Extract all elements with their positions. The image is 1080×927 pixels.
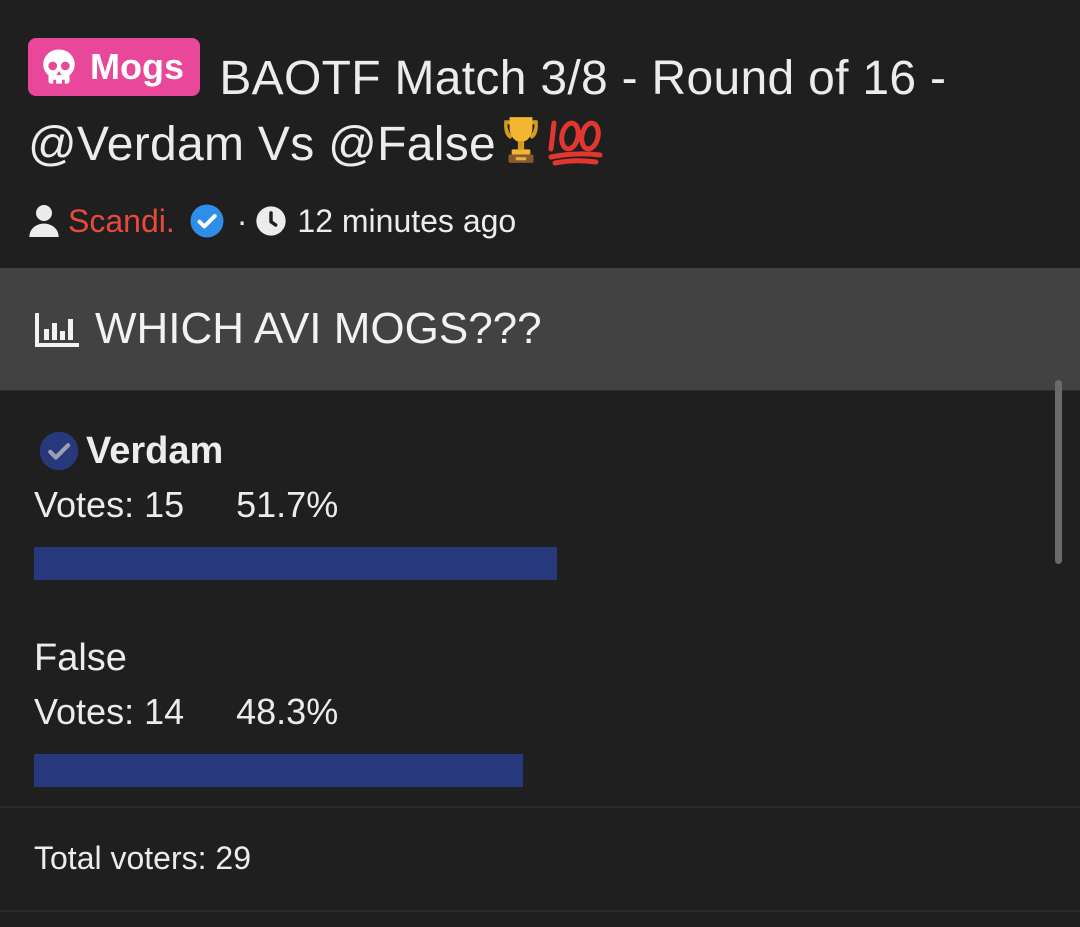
prefix-label: Mogs (90, 46, 184, 87)
voted-check-icon (39, 431, 79, 471)
option-bar-track (34, 547, 1046, 580)
option-percent: 48.3% (236, 691, 339, 732)
prefix-badge[interactable]: Mogs (28, 38, 200, 96)
skull-icon (43, 49, 75, 84)
bar-chart-icon (35, 313, 79, 347)
option-bar-fill (34, 754, 523, 787)
option-label: False (34, 637, 127, 679)
option-bar-track (34, 754, 1046, 787)
poll-question: WHICH AVI MOGS??? (95, 304, 542, 353)
option-votes: Votes: 14 (34, 691, 185, 732)
option-votes-line: Votes: 14 48.3% (34, 684, 994, 740)
option-label: Verdam (86, 430, 224, 472)
option-name-row: Verdam (34, 425, 994, 477)
option-votes-line: Votes: 15 51.7% (34, 477, 994, 533)
clock-icon (256, 206, 287, 236)
poll-footer: Total voters: 29 (0, 806, 1080, 912)
poll-option-verdam: Verdam Votes: 15 51.7% (34, 425, 994, 580)
posted-time: 12 minutes ago (297, 202, 517, 239)
trophy-icon (504, 117, 538, 163)
thread-header: Mogs BAOTF Match 3/8 - Round of 16 - @Ve… (28, 38, 1058, 246)
author-link[interactable]: Scandi. (68, 203, 175, 240)
hundred-points-icon (548, 120, 603, 166)
option-percent: 51.7% (236, 484, 339, 525)
thread-meta: Scandi. · 12 minutes ago (28, 196, 1058, 246)
option-votes: Votes: 15 (34, 484, 185, 525)
user-icon (29, 205, 59, 237)
meta-separator: · (236, 202, 248, 239)
poll-option-false: False Votes: 14 48.3% (34, 632, 994, 787)
thread-page: Mogs BAOTF Match 3/8 - Round of 16 - @Ve… (0, 0, 1080, 927)
option-bar-fill (34, 547, 558, 580)
total-voters: Total voters: 29 (34, 840, 251, 876)
option-name-row: False (34, 632, 994, 684)
scrollbar-thumb[interactable] (1055, 380, 1062, 564)
poll-header: WHICH AVI MOGS??? (0, 268, 1080, 391)
verified-badge-icon (190, 204, 224, 238)
thread-title-block: Mogs BAOTF Match 3/8 - Round of 16 - @Ve… (28, 38, 1058, 178)
poll-results: Verdam Votes: 15 51.7% False Votes: 14 48.… (0, 392, 1080, 806)
